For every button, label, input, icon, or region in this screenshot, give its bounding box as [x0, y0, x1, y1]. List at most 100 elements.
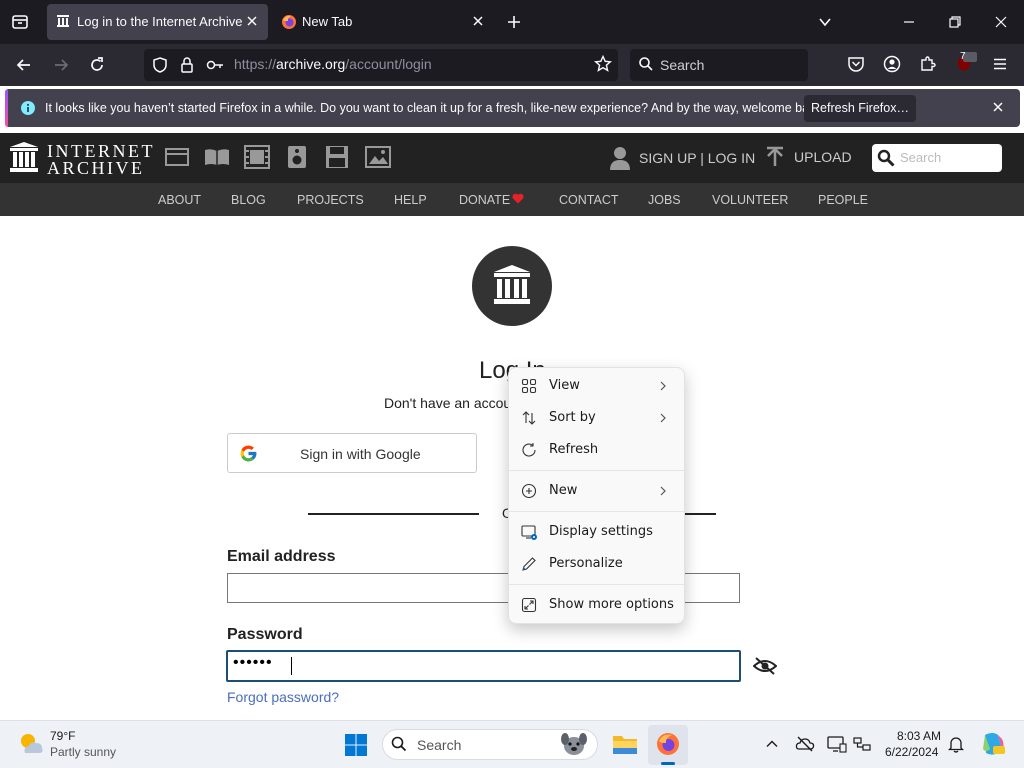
ia-logo-icon[interactable] — [9, 141, 39, 173]
nav-contact[interactable]: CONTACT — [559, 193, 619, 207]
upload-icon[interactable] — [765, 146, 785, 168]
list-all-tabs-chevron-icon[interactable] — [817, 14, 833, 30]
texts-icon[interactable] — [204, 147, 230, 167]
tab-internet-archive[interactable]: Log in to the Internet Archive — [47, 4, 268, 40]
windows-start-icon[interactable] — [344, 733, 368, 757]
password-field[interactable] — [226, 650, 741, 682]
pocket-icon[interactable] — [847, 55, 865, 73]
audio-icon[interactable] — [287, 145, 307, 169]
plus-circle-icon — [521, 483, 537, 499]
search-icon — [638, 56, 654, 72]
show-hidden-icons-chevron-icon[interactable] — [765, 737, 779, 751]
back-icon[interactable] — [14, 55, 34, 75]
menu-item-sort-by[interactable]: Sort by — [514, 403, 679, 433]
divider-line — [308, 513, 479, 515]
tab-list-icon[interactable] — [10, 12, 30, 32]
nav-help[interactable]: HELP — [394, 193, 427, 207]
google-signin-label: Sign in with Google — [300, 446, 421, 462]
tab-title: Log in to the Internet Archive — [77, 14, 243, 29]
partly-sunny-weather-icon[interactable] — [17, 731, 45, 757]
copilot-icon[interactable] — [980, 731, 1006, 757]
menu-item-show-more-options[interactable]: Show more options — [514, 590, 679, 620]
restore-icon[interactable] — [947, 14, 963, 30]
ia-search-icon — [877, 149, 895, 167]
software-icon[interactable] — [325, 145, 349, 169]
menu-item-new[interactable]: New — [514, 476, 679, 506]
lock-icon[interactable] — [179, 56, 195, 74]
menu-item-refresh[interactable]: Refresh — [514, 435, 679, 465]
menu-separator — [509, 584, 684, 585]
menu-label: View — [549, 378, 580, 393]
notification-accent — [5, 89, 8, 127]
reload-icon[interactable] — [87, 55, 107, 75]
close-tab-icon[interactable] — [244, 13, 260, 29]
heart-icon — [512, 193, 524, 204]
refresh-icon — [521, 442, 537, 458]
forgot-password-link[interactable]: Forgot password? — [227, 689, 339, 705]
nav-people[interactable]: PEOPLE — [818, 193, 868, 207]
notification-bell-icon[interactable] — [948, 735, 964, 753]
signup-login-link[interactable]: SIGN UP | LOG IN — [639, 150, 755, 166]
eye-slash-icon[interactable] — [753, 656, 777, 676]
nav-blog[interactable]: BLOG — [231, 193, 266, 207]
minimize-icon[interactable] — [901, 14, 917, 30]
pen-icon — [521, 556, 537, 572]
user-icon[interactable] — [609, 146, 631, 170]
extension-badge: 7 — [960, 51, 966, 62]
bookmark-star-icon[interactable] — [594, 55, 612, 73]
nav-about[interactable]: ABOUT — [158, 193, 201, 207]
sort-icon — [521, 410, 537, 426]
file-explorer-icon[interactable] — [612, 732, 638, 756]
url-domain: archive.org — [276, 56, 346, 72]
images-icon[interactable] — [365, 146, 391, 168]
tab-title: New Tab — [302, 14, 353, 29]
nav-projects[interactable]: PROJECTS — [297, 193, 364, 207]
menu-item-display-settings[interactable]: Display settings — [514, 517, 679, 547]
ublock-extension-icon[interactable] — [954, 52, 978, 76]
account-icon[interactable] — [883, 55, 901, 73]
weather-temperature[interactable]: 79°F — [50, 729, 75, 743]
info-icon — [21, 101, 35, 115]
menu-item-view[interactable]: View — [514, 371, 679, 401]
archive-building-icon — [494, 265, 530, 304]
chevron-right-icon — [659, 380, 667, 392]
extensions-puzzle-icon[interactable] — [919, 55, 937, 73]
new-tab-plus-icon[interactable] — [506, 14, 522, 30]
video-icon[interactable] — [244, 145, 270, 169]
clock-date[interactable]: 6/22/2024 — [885, 745, 938, 759]
taskbar-search-icon — [391, 736, 407, 752]
url-prefix: https:// — [234, 56, 277, 72]
menu-label: Show more options — [549, 597, 674, 612]
menu-item-personalize[interactable]: Personalize — [514, 549, 679, 579]
menu-label: Sort by — [549, 410, 596, 425]
nav-donate[interactable]: DONATE — [459, 193, 510, 207]
web-icon[interactable] — [165, 147, 189, 167]
nav-jobs[interactable]: JOBS — [648, 193, 681, 207]
window-close-icon[interactable] — [993, 14, 1009, 30]
notification-message: It looks like you haven’t started Firefo… — [45, 101, 826, 115]
url-text[interactable]: https://archive.org/account/login — [234, 56, 432, 72]
permissions-key-icon[interactable] — [205, 57, 225, 73]
firefox-taskbar-icon — [656, 732, 680, 756]
tab-new-tab[interactable]: New Tab — [272, 4, 494, 40]
clock-time[interactable]: 8:03 AM — [897, 729, 941, 743]
nav-volunteer[interactable]: VOLUNTEER — [712, 193, 788, 207]
hamburger-menu-icon[interactable] — [991, 55, 1009, 73]
menu-label: New — [549, 483, 578, 498]
onedrive-offline-icon[interactable] — [795, 735, 815, 753]
close-notification-icon[interactable] — [991, 100, 1005, 114]
password-label: Password — [227, 626, 303, 643]
refresh-firefox-button[interactable]: Refresh Firefox… — [804, 95, 916, 122]
close-tab-icon[interactable] — [470, 13, 486, 29]
forward-icon[interactable] — [51, 55, 71, 75]
tracking-shield-icon[interactable] — [151, 56, 169, 74]
browser-search-box[interactable] — [630, 49, 808, 81]
password-value: •••••• — [233, 654, 273, 671]
ia-search-placeholder: Search — [900, 150, 942, 165]
url-path: /account/login — [345, 56, 432, 72]
display-taskbar-icon[interactable] — [827, 735, 847, 753]
network-speaker-icon[interactable] — [853, 735, 873, 753]
logo-text-archive[interactable]: ARCHIVE — [47, 158, 145, 179]
upload-link[interactable]: UPLOAD — [794, 149, 852, 165]
weather-condition[interactable]: Partly sunny — [50, 745, 116, 759]
